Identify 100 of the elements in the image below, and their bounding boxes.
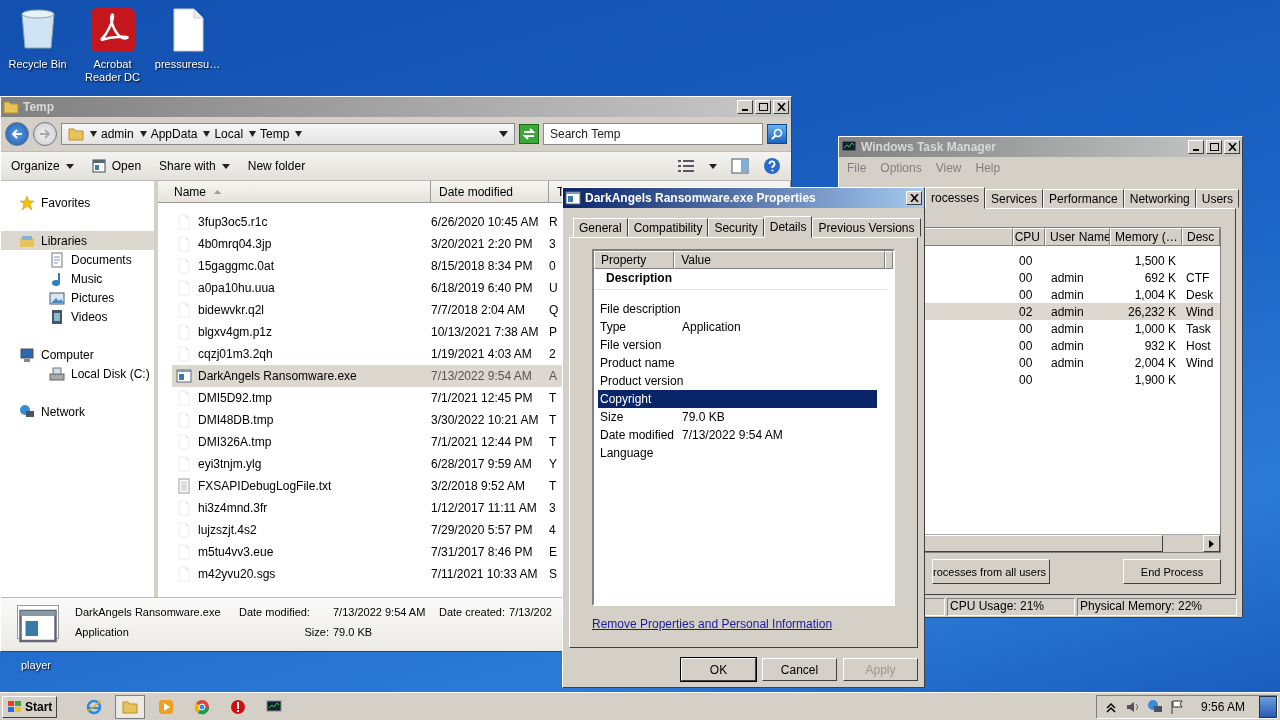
caret-icon[interactable] [709, 163, 717, 169]
toolbar-button[interactable]: New folder [247, 157, 306, 175]
dialog-button[interactable]: OK [681, 658, 756, 681]
file-icon [176, 434, 192, 450]
nav-item[interactable]: Favorites [1, 193, 154, 212]
toolbar-button[interactable]: Open [91, 157, 142, 175]
toolbar-button[interactable]: Share with [159, 157, 230, 175]
column-header[interactable]: Memory (… [1110, 228, 1182, 246]
nav-item[interactable]: Music [1, 269, 154, 288]
column-header[interactable]: Value [674, 251, 885, 269]
nav-item[interactable]: Local Disk (C:) [1, 364, 154, 383]
video-icon [49, 308, 65, 325]
field-value: 7/13/202 [509, 606, 552, 618]
search-icon [771, 128, 783, 140]
title-bar: DarkAngels Ransomware.exe Properties [563, 188, 924, 208]
close-icon [1227, 143, 1237, 151]
close-button[interactable] [773, 100, 789, 114]
maximize-icon [758, 103, 768, 111]
maximize-button[interactable] [1206, 140, 1222, 154]
property-row[interactable]: Type Application [598, 318, 877, 336]
star-icon [19, 194, 35, 211]
desktop-icon-label: player [21, 659, 51, 671]
folder-icon [68, 126, 84, 142]
exe-icon [176, 368, 192, 384]
show-processes-button[interactable]: rocesses from all users [932, 559, 1050, 584]
tab[interactable]: rocesses [925, 187, 986, 209]
nav-item[interactable]: Libraries [1, 231, 154, 250]
tab[interactable]: Performance [1043, 189, 1124, 208]
maximize-button[interactable] [755, 100, 771, 114]
title-bar: Windows Task Manager [839, 137, 1242, 157]
network-icon [19, 403, 35, 420]
property-row[interactable]: Date modified 7/13/2022 9:54 AM [598, 426, 877, 444]
nav-item[interactable]: Documents [1, 250, 154, 269]
preview-pane-icon[interactable] [731, 158, 749, 174]
file-row[interactable]: hi3z4mnd.3fr 1/12/2017 11:11 AM 3 [172, 497, 791, 519]
column-header[interactable]: Date modified [431, 181, 549, 202]
close-button[interactable] [1224, 140, 1240, 154]
column-header[interactable]: CPU [1013, 228, 1045, 246]
file-icon [176, 544, 192, 560]
close-icon [776, 103, 786, 111]
desktop-shortcut[interactable]: Recycle Bin [0, 6, 75, 84]
property-row[interactable]: Size 79.0 KB [598, 408, 877, 426]
remove-properties-link[interactable]: Remove Properties and Personal Information [592, 617, 895, 631]
breadcrumb-item[interactable]: AppData [150, 127, 198, 141]
show-desktop-button[interactable] [1259, 695, 1277, 718]
help-icon[interactable] [763, 157, 781, 175]
search-button[interactable] [767, 124, 787, 144]
file-row[interactable]: FXSAPIDebugLogFile.txt 3/2/2018 9:52 AM T [172, 475, 791, 497]
search-field[interactable]: Search Temp [543, 123, 763, 145]
windows-logo-icon [7, 699, 23, 714]
tab[interactable]: Details [763, 216, 813, 238]
caret-icon [221, 163, 230, 169]
browser-icon [86, 698, 103, 715]
column-header[interactable]: Desc [1182, 228, 1220, 246]
forward-button[interactable] [33, 122, 57, 146]
field-label: Size: [303, 626, 329, 638]
group-header: Description [605, 270, 673, 287]
property-row[interactable]: Language [598, 444, 877, 462]
breadcrumb-item[interactable]: Temp [260, 127, 290, 141]
status-text: Physical Memory: 22% [1077, 598, 1237, 616]
dropdown-caret-icon[interactable] [499, 131, 508, 137]
nav-item[interactable]: Videos [1, 307, 154, 326]
tab[interactable]: Services [985, 189, 1044, 208]
file-row[interactable]: m42yvu20.sgs 7/11/2021 10:33 AM S [172, 563, 791, 585]
file-row[interactable]: m5tu4vv3.eue 7/31/2017 8:46 PM E [172, 541, 791, 563]
tab[interactable]: Security [708, 218, 764, 237]
minimize-button[interactable] [1188, 140, 1204, 154]
column-header[interactable]: Name [158, 181, 431, 202]
tab[interactable]: Previous Versions [812, 218, 921, 237]
close-button[interactable] [906, 191, 922, 205]
breadcrumb-item[interactable]: admin [101, 127, 134, 141]
start-button[interactable]: Start [2, 695, 58, 718]
caret-icon [295, 131, 303, 137]
breadcrumb-item[interactable]: Local [214, 127, 244, 141]
column-header[interactable]: Property [594, 251, 675, 269]
pdf-icon [88, 6, 137, 54]
address-bar[interactable]: admin AppData Local Temp [61, 123, 515, 145]
file-row[interactable]: lujzszjt.4s2 7/29/2020 5:57 PM 4 [172, 519, 791, 541]
nav-item[interactable]: Network [1, 402, 154, 421]
end-process-button[interactable]: End Process [1123, 559, 1221, 584]
window-icon [91, 159, 106, 173]
tab[interactable]: Users [1195, 189, 1240, 208]
property-row[interactable]: Copyright [598, 390, 877, 408]
desktop-shortcut[interactable]: pressuresu… [150, 6, 225, 84]
tab[interactable]: Compatibility [627, 218, 709, 237]
file-icon [176, 566, 192, 582]
monitor-icon [266, 698, 283, 715]
dialog-button[interactable]: Cancel [762, 658, 837, 681]
nav-item[interactable]: Computer [1, 345, 154, 364]
toolbar-button[interactable]: Organize [11, 157, 74, 175]
minimize-button[interactable] [737, 100, 753, 114]
nav-item[interactable]: Pictures [1, 288, 154, 307]
refresh-button[interactable] [519, 124, 539, 144]
tab[interactable]: General [573, 218, 628, 237]
view-options-icon[interactable] [677, 159, 695, 173]
tab[interactable]: Networking [1123, 189, 1196, 208]
property-row[interactable]: File version [598, 336, 877, 354]
desktop-shortcut[interactable]: Acrobat Reader DC [75, 6, 150, 84]
clock: 9:56 AM [1200, 699, 1245, 714]
back-button[interactable] [5, 122, 29, 146]
